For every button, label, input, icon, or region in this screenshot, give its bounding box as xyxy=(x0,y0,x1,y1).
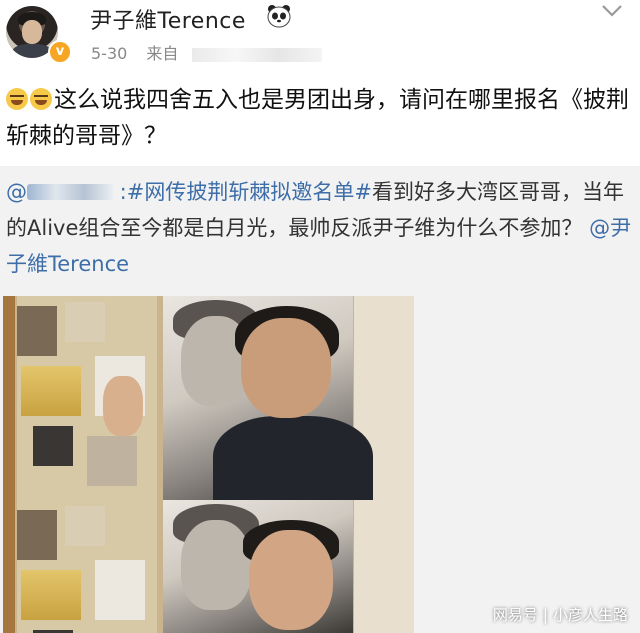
mention-prefix[interactable]: @ xyxy=(6,180,27,204)
actor-figure xyxy=(249,530,333,630)
hashtag-link[interactable]: #网传披荆斩棘拟邀名单# xyxy=(127,180,372,204)
post-source-label: 来自 xyxy=(146,44,179,63)
photo-collage-wall xyxy=(17,500,157,633)
watermark: 网易号 | 小彦人生路 xyxy=(492,606,628,624)
blurred-username xyxy=(27,184,113,200)
verified-badge-icon: v xyxy=(48,40,72,64)
username[interactable]: 尹子維Terence xyxy=(90,3,246,35)
watermark-brand: 网易号 xyxy=(492,606,538,624)
movie-still-bottom[interactable] xyxy=(3,500,414,633)
actor-figure xyxy=(241,318,331,418)
chevron-down-icon[interactable] xyxy=(600,2,624,20)
movie-still-top[interactable] xyxy=(3,296,414,501)
watermark-channel: 小彦人生路 xyxy=(552,606,628,624)
post-date: 5-30 xyxy=(91,44,128,63)
blurred-source xyxy=(191,47,322,62)
laughing-emoji-icon xyxy=(30,88,52,110)
reposted-content[interactable]: @ :#网传披荆斩棘拟邀名单#看到好多大湾区哥哥，当年的Alive组合至今都是白… xyxy=(0,166,640,633)
post-body: 这么说我四舍五入也是男团出身，请问在哪里报名《披荆斩棘的哥哥》？ xyxy=(6,82,632,154)
post-header: v 尹子維Terence 5-30 来自 xyxy=(0,0,640,70)
post-meta: 5-30 来自 xyxy=(91,40,322,64)
panda-emoji-icon xyxy=(267,5,291,28)
post-text: 这么说我四舍五入也是男团出身，请问在哪里报名《披荆斩棘的哥哥》？ xyxy=(6,87,629,149)
repost-text: @ :#网传披荆斩棘拟邀名单#看到好多大湾区哥哥，当年的Alive组合至今都是白… xyxy=(6,180,632,276)
laughing-emoji-icon xyxy=(6,88,28,110)
